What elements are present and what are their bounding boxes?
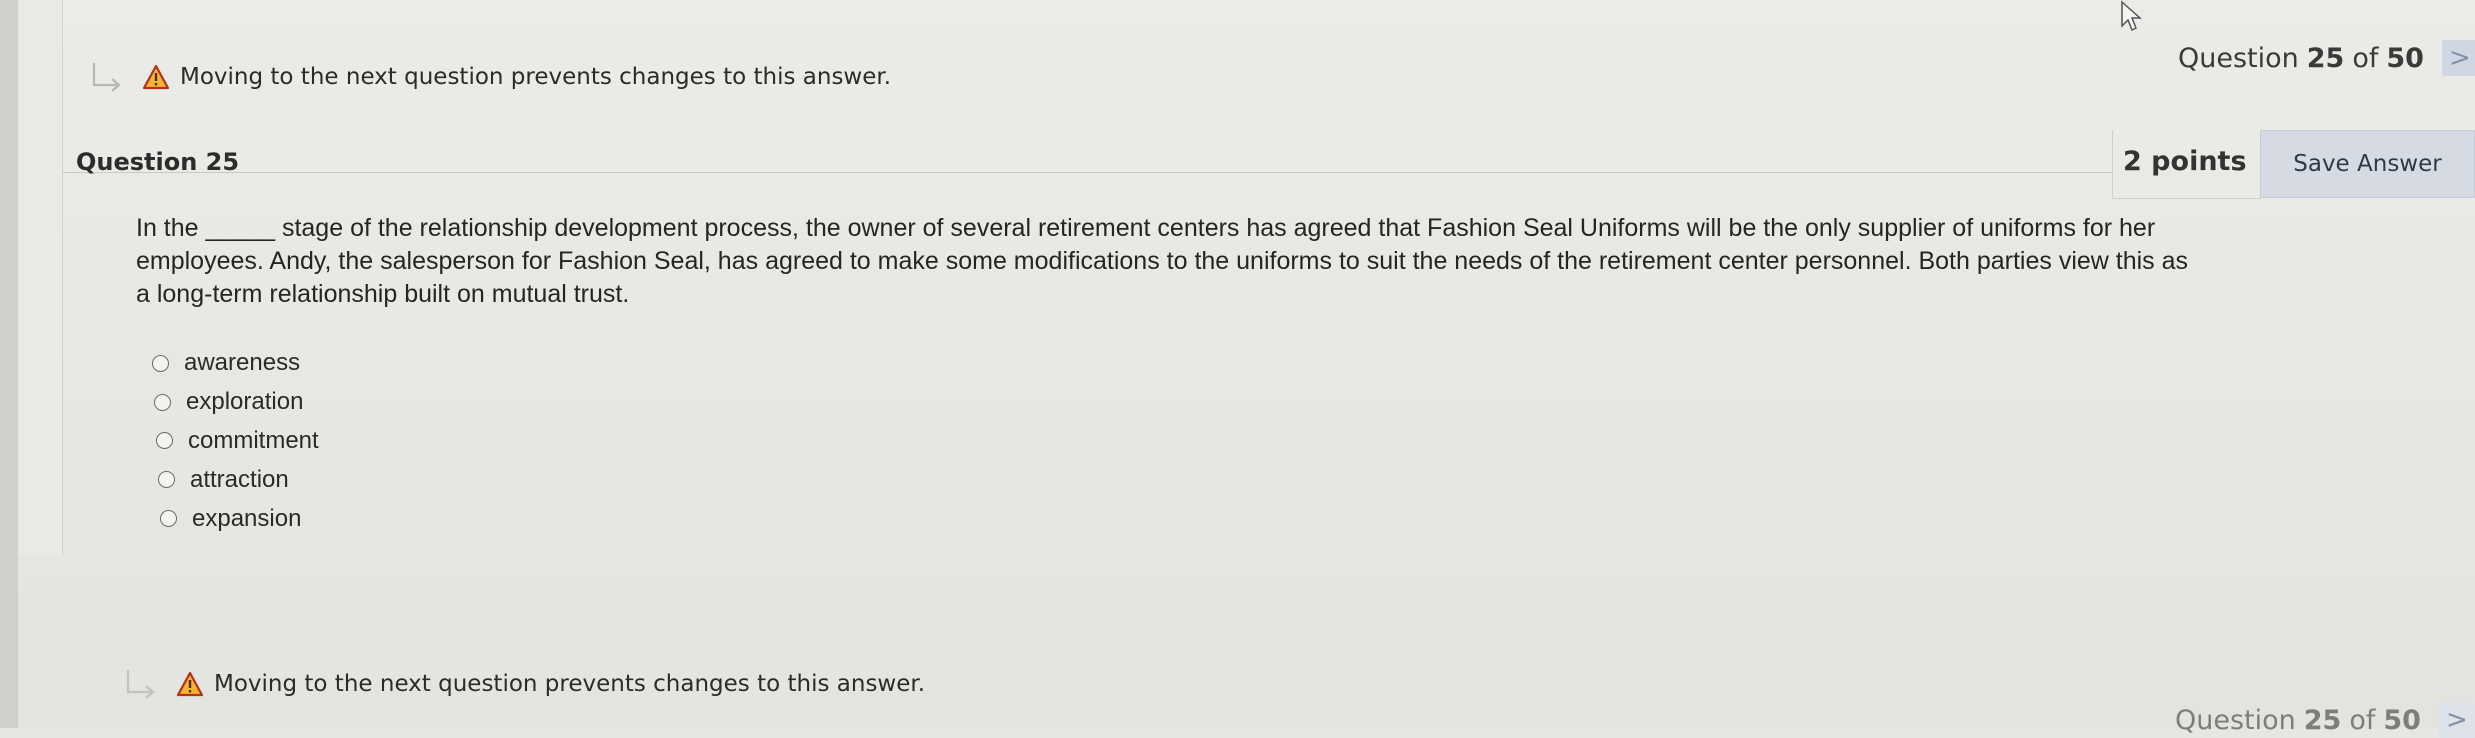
answer-option[interactable]: attraction: [158, 460, 319, 499]
question-nav-current: 25: [2303, 704, 2342, 736]
question-text-line-3: a long-term relationship built on mutual…: [136, 280, 630, 308]
answer-option-label[interactable]: exploration: [186, 388, 303, 416]
warning-message-top: Moving to the next question prevents cha…: [88, 57, 891, 97]
question-nav-prefix: Question: [2178, 42, 2299, 74]
question-navigation-top: Question 25 of 50 >: [2178, 40, 2475, 76]
left-rail: [0, 0, 18, 728]
radio-button[interactable]: [160, 510, 177, 528]
return-arrow-icon: [126, 670, 155, 699]
question-nav-separator: of: [2349, 704, 2376, 736]
warning-text: Moving to the next question prevents cha…: [214, 671, 926, 697]
warning-message-bottom: Moving to the next question prevents cha…: [122, 664, 925, 704]
answer-option[interactable]: expansion: [160, 499, 319, 538]
question-nav-total: 50: [2383, 704, 2421, 736]
answer-option[interactable]: commitment: [156, 422, 319, 461]
warning-icon: [142, 64, 170, 90]
question-text-line-2: employees. Andy, the salesperson for Fas…: [136, 247, 2189, 275]
answer-option[interactable]: exploration: [154, 383, 319, 422]
chevron-right-icon: >: [2449, 43, 2471, 73]
left-panel-edge: [18, 0, 63, 555]
question-header: Question 25: [62, 132, 2112, 176]
radio-button[interactable]: [152, 354, 169, 372]
answer-option-label[interactable]: commitment: [188, 427, 319, 455]
question-points: 2 points: [2123, 146, 2247, 177]
radio-button[interactable]: [156, 432, 173, 450]
question-text: In the _____ stage of the relationship d…: [136, 212, 2406, 311]
page-background: [0, 0, 2475, 728]
question-nav-separator: of: [2352, 42, 2379, 74]
question-nav-total: 50: [2386, 42, 2424, 74]
next-question-button[interactable]: >: [2441, 40, 2475, 76]
question-title: Question 25: [76, 148, 240, 176]
question-text-line-1: In the _____ stage of the relationship d…: [136, 214, 2156, 242]
next-question-button[interactable]: >: [2438, 702, 2475, 738]
warning-icon: [176, 671, 204, 697]
question-navigation-bottom: Question 25 of 50 >: [2175, 702, 2475, 738]
return-arrow-icon: [92, 63, 121, 92]
answer-option-label[interactable]: expansion: [192, 505, 301, 533]
answer-option-label[interactable]: attraction: [190, 466, 289, 494]
answer-option-label[interactable]: awareness: [184, 349, 300, 377]
radio-button[interactable]: [154, 393, 171, 411]
answer-options: awareness exploration commitment attract…: [152, 344, 319, 538]
points-box: 2 points: [2112, 130, 2261, 199]
chevron-right-icon: >: [2446, 705, 2468, 735]
question-nav-current: 25: [2306, 42, 2345, 74]
answer-option[interactable]: awareness: [152, 344, 319, 383]
warning-text: Moving to the next question prevents cha…: [180, 64, 892, 90]
save-answer-button[interactable]: Save Answer: [2260, 130, 2475, 198]
question-nav-prefix: Question: [2175, 704, 2296, 736]
radio-button[interactable]: [158, 471, 175, 489]
mouse-cursor-icon: [2121, 0, 2142, 32]
